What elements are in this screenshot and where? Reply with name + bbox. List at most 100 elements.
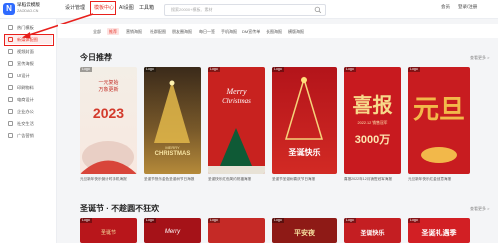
filter-chip[interactable]: DM宣传单 <box>240 28 262 35</box>
cart-icon <box>8 97 13 102</box>
poster-text: Merry <box>226 87 247 96</box>
vip-link[interactable]: 会员 <box>441 4 450 10</box>
filter-chip[interactable]: 横版海报 <box>286 28 306 35</box>
layout-icon <box>8 73 13 78</box>
sidebar: 热门模板 新媒体配图 视频封面 宣传海报 UI设计 印刷物料 电商设计 企业办公… <box>0 19 57 243</box>
template-card[interactable]: Logo Merry Christmas <box>208 67 265 174</box>
poster-text: MERRY <box>165 145 180 150</box>
highlight-box-sidebar-item <box>4 34 54 46</box>
card-caption[interactable]: 元旦新年快乐倒计时手机海报 <box>80 177 137 182</box>
template-card[interactable]: Logo 平安夜 <box>272 218 337 243</box>
template-card[interactable]: Logo <box>208 218 265 243</box>
poster-text: 2022.12 销售冠军 <box>357 121 388 125</box>
search-placeholder: 搜索20000+模板、素材 <box>171 6 213 12</box>
template-card[interactable]: Logo 圣诞礼遇季 <box>408 218 470 243</box>
card-tag: Logo <box>208 218 220 223</box>
nav-design-manage[interactable]: 设计管理 <box>65 4 85 11</box>
view-more-link[interactable]: 查看更多 > <box>470 206 489 212</box>
filter-chip[interactable]: 长图海报 <box>264 28 284 35</box>
template-card[interactable]: Logo 圣诞快乐 <box>272 67 337 174</box>
poster-text: 万象更新 <box>98 87 119 93</box>
sidebar-item-video-cover[interactable]: 视频封面 <box>4 47 52 56</box>
christmas-tree-graphic <box>154 80 190 143</box>
filter-chip[interactable]: 营销海报 <box>124 28 144 35</box>
logo-title: 早稻云模版 <box>17 2 40 7</box>
template-card[interactable]: Logo 圣诞快乐 <box>344 218 401 243</box>
card-caption[interactable]: 圣诞快乐红色简约祝福海报 <box>208 177 265 182</box>
sidebar-item-ecommerce[interactable]: 电商设计 <box>4 95 52 104</box>
poster-text: 喜报 <box>352 95 393 117</box>
card-caption[interactable]: 喜报2022年12月销售冠军海报 <box>344 177 401 182</box>
poster-icon <box>8 61 13 66</box>
view-more-link[interactable]: 查看更多 > <box>470 55 489 61</box>
search-input[interactable]: 搜索20000+模板、素材 <box>164 4 326 16</box>
filter-chip[interactable]: 每日一签 <box>197 28 217 35</box>
poster-text: 圣诞快乐 <box>288 148 321 157</box>
tree-graphic <box>208 128 265 174</box>
poster-text: Merry <box>164 229 181 235</box>
poster-text: Christmas <box>222 97 251 105</box>
card-tag: Logo <box>80 218 92 223</box>
top-bar: N 早稻云模版 ZAODAO.CN 设计管理 模板中心 AI设图 工具箱 搜索2… <box>0 0 498 19</box>
logo-mark: N <box>3 3 15 15</box>
poster-graphic <box>421 147 457 163</box>
poster-text: CHRISTMAS <box>154 151 191 157</box>
filter-chip[interactable]: 朋友圈海报 <box>170 28 194 35</box>
christmas-tree-graphic <box>284 76 324 140</box>
nav-ai-design[interactable]: AI设图 <box>119 4 134 11</box>
highlight-box-template-center <box>90 1 116 15</box>
print-icon <box>8 85 13 90</box>
card-tag: Logo <box>344 218 356 223</box>
video-icon <box>8 49 13 54</box>
poster-graphic <box>80 141 137 174</box>
login-register-link[interactable]: 登录/注册 <box>458 4 477 10</box>
filter-chip-active[interactable]: 推荐 <box>107 28 119 35</box>
template-card[interactable]: Logo Merry <box>144 218 201 243</box>
sidebar-item-print[interactable]: 印刷物料 <box>4 83 52 92</box>
sidebar-item-hot[interactable]: 热门模板 <box>4 23 52 32</box>
search-icon[interactable] <box>314 6 322 14</box>
sidebar-item-ui-design[interactable]: UI设计 <box>4 71 52 80</box>
brand-logo[interactable]: N 早稻云模版 ZAODAO.CN <box>3 2 41 16</box>
filter-bar: 全部 推荐 营销海报 社群配图 朋友圈海报 每日一签 手机海报 DM宣传单 长图… <box>58 24 498 38</box>
card-caption[interactable]: 圣诞节快乐金色圣诞树节日海报 <box>144 177 201 182</box>
card-tag: Logo <box>344 67 356 72</box>
fire-icon <box>8 25 13 30</box>
card-tag: Logo <box>272 67 284 72</box>
card-tag: Logo <box>80 67 92 72</box>
template-card[interactable]: Logo 一元复始 万象更新 2023 <box>80 67 137 174</box>
template-card[interactable]: Logo 元旦 <box>408 67 470 174</box>
filter-chip[interactable]: 社群配图 <box>148 28 168 35</box>
poster-text: 一元复始 <box>98 80 119 86</box>
poster-text: 3000万 <box>354 134 391 146</box>
heart-icon <box>8 121 13 126</box>
section-title-christmas: 圣诞节 · 不趁圆不狂欢 <box>80 204 160 213</box>
card-tag: Logo <box>144 218 156 223</box>
office-icon <box>8 109 13 114</box>
card-tag: Logo <box>144 67 156 72</box>
sidebar-item-poster[interactable]: 宣传海报 <box>4 59 52 68</box>
logo-subtitle: ZAODAO.CN <box>17 9 39 13</box>
card-caption[interactable]: 元旦新年快乐红金创意海报 <box>408 177 470 182</box>
filter-chip[interactable]: 手机海报 <box>219 28 239 35</box>
poster-text: 元旦 <box>412 94 465 124</box>
poster-text: 圣诞节 <box>100 230 116 236</box>
poster-text: 圣诞快乐 <box>360 231 385 237</box>
poster-text: 平安夜 <box>294 230 315 237</box>
card-tag: Logo <box>272 218 284 223</box>
poster-text: 圣诞礼遇季 <box>421 230 457 237</box>
card-caption[interactable]: 圣诞节圣诞树喜庆节日海报 <box>272 177 337 182</box>
poster-text: 2023 <box>92 105 125 121</box>
sidebar-item-marketing[interactable]: 广告营销 <box>4 131 52 140</box>
nav-toolbox[interactable]: 工具箱 <box>139 4 154 11</box>
sidebar-item-office[interactable]: 企业办公 <box>4 107 52 116</box>
template-card[interactable]: Logo 喜报 2022.12 销售冠军 3000万 <box>344 67 401 174</box>
template-card[interactable]: Logo 圣诞节 <box>80 218 137 243</box>
card-tag: Logo <box>408 218 420 223</box>
template-card[interactable]: Logo MERRY CHRISTMAS <box>144 67 201 174</box>
section-title-today: 今日推荐 <box>80 53 112 62</box>
megaphone-icon <box>8 133 13 138</box>
sidebar-item-social[interactable]: 社交生活 <box>4 119 52 128</box>
card-tag: Logo <box>408 67 420 72</box>
filter-chip[interactable]: 全部 <box>91 28 103 35</box>
